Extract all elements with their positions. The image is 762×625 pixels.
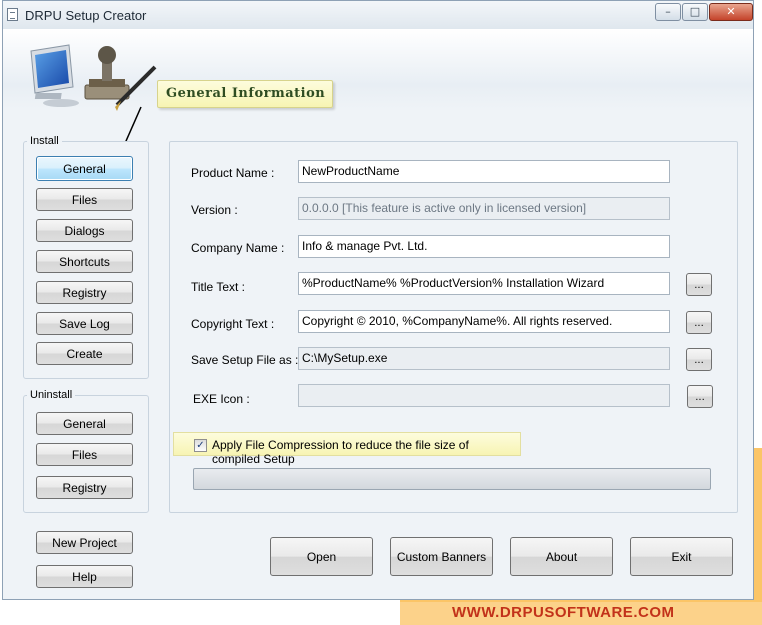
exe-icon-input[interactable] <box>298 384 670 407</box>
compression-label[interactable]: Apply File Compression to reduce the fil… <box>212 438 520 466</box>
close-button[interactable]: ✕ <box>709 3 753 21</box>
custom-banners-button[interactable]: Custom Banners <box>390 537 493 576</box>
save-setup-input[interactable]: C:\MySetup.exe <box>298 347 670 370</box>
exe-icon-browse-button[interactable]: ... <box>687 385 713 408</box>
install-group-label: Install <box>27 135 62 147</box>
install-dialogs-button[interactable]: Dialogs <box>36 219 133 242</box>
company-name-input[interactable]: Info & manage Pvt. Ltd. <box>298 235 670 258</box>
open-button[interactable]: Open <box>270 537 373 576</box>
minimize-button[interactable]: – <box>655 3 681 21</box>
exit-button[interactable]: Exit <box>630 537 733 576</box>
copyright-text-label: Copyright Text : <box>191 317 275 331</box>
version-input: 0.0.0.0 [This feature is active only in … <box>298 197 670 220</box>
install-create-button[interactable]: Create <box>36 342 133 365</box>
compression-checkbox[interactable]: ✓ <box>194 439 207 452</box>
maximize-button[interactable]: □ <box>682 3 708 21</box>
copyright-text-browse-button[interactable]: ... <box>686 311 712 334</box>
header-band <box>3 29 753 111</box>
uninstall-files-button[interactable]: Files <box>36 443 133 466</box>
new-project-button[interactable]: New Project <box>36 531 133 554</box>
title-text-input[interactable]: %ProductName% %ProductVersion% Installat… <box>298 272 670 295</box>
exe-icon-label: EXE Icon : <box>193 392 250 406</box>
website-link[interactable]: WWW.DRPUSOFTWARE.COM <box>452 604 674 621</box>
app-window: DRPU Setup Creator – □ ✕ General Informa… <box>2 0 754 600</box>
product-name-input[interactable]: NewProductName <box>298 160 670 183</box>
help-button[interactable]: Help <box>36 565 133 588</box>
install-files-button[interactable]: Files <box>36 188 133 211</box>
install-general-button[interactable]: General <box>36 156 133 181</box>
section-title-banner: General Information <box>157 80 333 108</box>
version-label: Version : <box>191 203 238 217</box>
install-save-log-button[interactable]: Save Log <box>36 312 133 335</box>
save-setup-browse-button[interactable]: ... <box>686 348 712 371</box>
product-name-label: Product Name : <box>191 166 275 180</box>
about-button[interactable]: About <box>510 537 613 576</box>
company-name-label: Company Name : <box>191 241 285 255</box>
app-icon <box>7 8 18 21</box>
title-bar[interactable]: DRPU Setup Creator – □ ✕ <box>3 1 753 30</box>
section-title: General Information <box>166 86 326 101</box>
install-shortcuts-button[interactable]: Shortcuts <box>36 250 133 273</box>
title-text-browse-button[interactable]: ... <box>686 273 712 296</box>
uninstall-registry-button[interactable]: Registry <box>36 476 133 499</box>
copyright-text-input[interactable]: Copyright © 2010, %CompanyName%. All rig… <box>298 310 670 333</box>
title-text-label: Title Text : <box>191 280 246 294</box>
window-title: DRPU Setup Creator <box>25 8 147 23</box>
uninstall-general-button[interactable]: General <box>36 412 133 435</box>
compression-option[interactable]: ✓ Apply File Compression to reduce the f… <box>173 432 521 466</box>
uninstall-group-label: Uninstall <box>27 389 76 401</box>
progress-bar <box>193 468 711 490</box>
install-registry-button[interactable]: Registry <box>36 281 133 304</box>
save-setup-label: Save Setup File as : <box>191 353 299 367</box>
